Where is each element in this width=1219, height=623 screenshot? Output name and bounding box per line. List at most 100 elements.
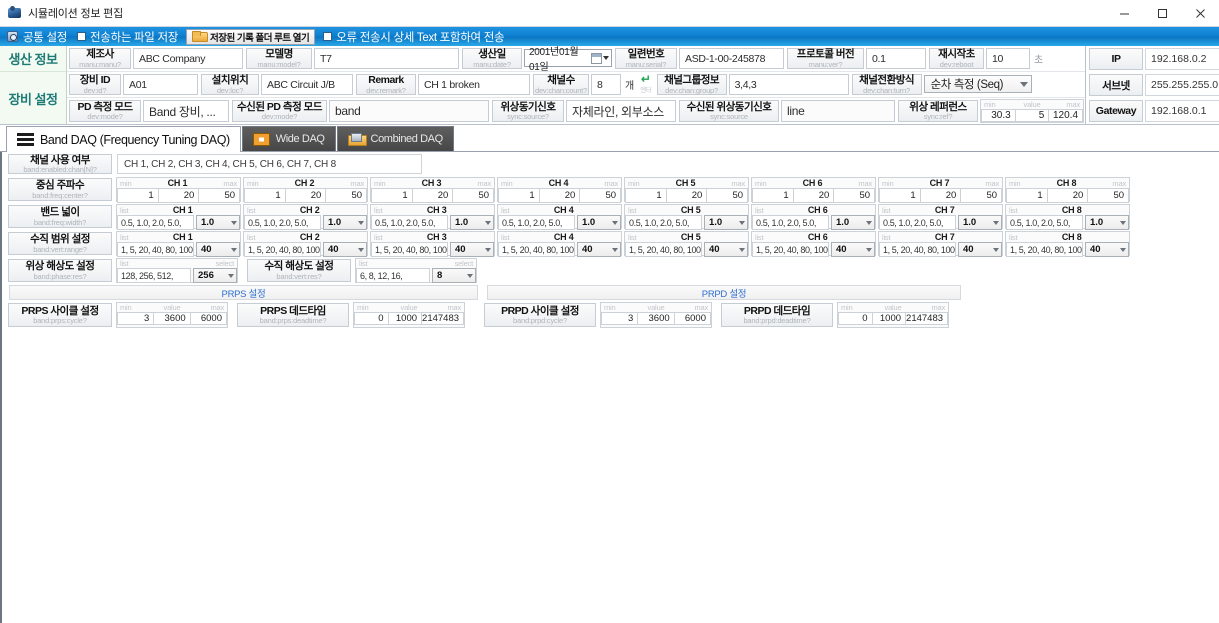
save-transfer-file-checkbox[interactable]: 전송하는 파일 저장 [75,29,180,45]
prpd-deadtime-max[interactable]: 2147483 [905,312,949,325]
common-settings-button[interactable]: 공통 설정 [4,29,69,45]
channel-max[interactable]: 50 [198,188,241,203]
channel-min[interactable]: 1 [879,188,921,203]
channel-select[interactable]: 40 [323,242,367,257]
channel-list[interactable]: 1, 5, 20, 40, 80, 100, [371,242,448,257]
vert-res-select[interactable]: 8 [432,268,476,283]
channel-list[interactable]: 1, 5, 20, 40, 80, 100, [879,242,956,257]
channel-list[interactable]: 1, 5, 20, 40, 80, 100, [625,242,702,257]
channel-select[interactable]: 1.0 [958,215,1002,230]
pd-mode-input[interactable]: Band 장비, ... [143,100,229,122]
channel-value[interactable]: 20 [284,188,327,203]
phase-res-select[interactable]: 256 [193,268,237,283]
location-input[interactable]: ABC Circuit J/B [261,74,353,95]
channel-select[interactable]: 1.0 [450,215,494,230]
channel-select[interactable]: 1.0 [704,215,748,230]
channel-list[interactable]: 1, 5, 20, 40, 80, 100, [1006,242,1083,257]
prps-deadtime-min[interactable]: 0 [354,312,389,325]
chan-group-input[interactable]: 3,4,3 [728,74,849,95]
channel-value[interactable]: 20 [665,188,708,203]
channel-max[interactable]: 50 [452,188,495,203]
prps-cycle-min[interactable]: 3 [117,312,155,325]
channel-max[interactable]: 50 [579,188,622,203]
prps-cycle-max[interactable]: 6000 [189,312,227,325]
tab-band-daq[interactable]: Band DAQ (Frequency Tuning DAQ) [6,126,241,152]
channel-list[interactable]: 0.5, 1.0, 2.0, 5.0, [371,215,448,230]
channel-min[interactable]: 1 [498,188,540,203]
channel-value[interactable]: 20 [538,188,581,203]
production-date-picker[interactable]: 2001년01월01일 [524,47,612,73]
channel-list[interactable]: 0.5, 1.0, 2.0, 5.0, [625,215,702,230]
prps-deadtime-max[interactable]: 2147483 [421,312,465,325]
channel-list[interactable]: 0.5, 1.0, 2.0, 5.0, [117,215,194,230]
sync-ref-max-value[interactable]: 120.4 [1048,109,1084,122]
channel-value[interactable]: 20 [411,188,454,203]
channel-select[interactable]: 40 [831,242,875,257]
sync-ref-value-value[interactable]: 5 [1014,109,1050,122]
model-input[interactable]: T7 [314,48,459,69]
prpd-deadtime-min[interactable]: 0 [838,312,873,325]
sync-source-input[interactable]: 자체라인, 외부소스 [566,100,676,122]
prps-deadtime-value[interactable]: 1000 [387,312,423,325]
tab-combined-daq[interactable]: Combined DAQ [336,126,454,151]
channel-list[interactable]: 1, 5, 20, 40, 80, 100, [498,242,575,257]
channel-select[interactable]: 40 [196,242,240,257]
gateway-input[interactable]: 192.168.0.1 [1145,100,1219,122]
channel-min[interactable]: 1 [1006,188,1048,203]
channel-value[interactable]: 20 [1046,188,1089,203]
subnet-input[interactable]: 255.255.255.0 [1145,74,1219,96]
channel-max[interactable]: 50 [325,188,368,203]
prps-cycle-value[interactable]: 3600 [153,312,191,325]
channel-list[interactable]: 0.5, 1.0, 2.0, 5.0, [244,215,321,230]
channel-select[interactable]: 40 [704,242,748,257]
chan-turn-select[interactable]: 순차 측정 (Seq) [923,75,1032,93]
channel-value[interactable]: 20 [157,188,200,203]
channel-select[interactable]: 1.0 [196,215,240,230]
channel-value[interactable]: 20 [919,188,962,203]
channel-select[interactable]: 1.0 [323,215,367,230]
channel-list[interactable]: 1, 5, 20, 40, 80, 100, [244,242,321,257]
channel-list[interactable]: 0.5, 1.0, 2.0, 5.0, [498,215,575,230]
calendar-dropdown-icon[interactable] [591,52,609,64]
channel-min[interactable]: 1 [752,188,794,203]
serial-input[interactable]: ASD-1-00-245878 [679,48,784,69]
channel-select[interactable]: 40 [958,242,1002,257]
channel-min[interactable]: 1 [244,188,286,203]
phase-res-list[interactable]: 128, 256, 512, [117,268,191,283]
sync-ref-min-value[interactable]: 30.3 [981,109,1016,122]
channel-select[interactable]: 40 [577,242,621,257]
minimize-icon[interactable] [1105,0,1143,27]
channel-max[interactable]: 50 [960,188,1003,203]
maximize-icon[interactable] [1143,0,1181,27]
prpd-cycle-min[interactable]: 3 [601,312,639,325]
manufacturer-input[interactable]: ABC Company [133,48,243,69]
channel-list[interactable]: 1, 5, 20, 40, 80, 100, [752,242,829,257]
ip-input[interactable]: 192.168.0.2 [1145,48,1219,70]
channel-list[interactable]: 0.5, 1.0, 2.0, 5.0, [752,215,829,230]
prpd-cycle-max[interactable]: 6000 [673,312,711,325]
channel-list[interactable]: 0.5, 1.0, 2.0, 5.0, [879,215,956,230]
enter-key-icon[interactable]: ↵ 엔터 [637,72,654,97]
channel-select[interactable]: 1.0 [1085,215,1129,230]
channel-min[interactable]: 1 [117,188,159,203]
channel-max[interactable]: 50 [706,188,749,203]
channel-min[interactable]: 1 [625,188,667,203]
include-detail-text-checkbox[interactable]: 오류 전송시 상세 Text 포함하여 전송 [321,29,506,45]
device-id-input[interactable]: A01 [123,74,198,95]
channel-select[interactable]: 1.0 [831,215,875,230]
enabled-chan-input[interactable]: CH 1, CH 2, CH 3, CH 4, CH 5, CH 6, CH 7… [117,154,422,174]
channel-max[interactable]: 50 [833,188,876,203]
sync-source-recv-input[interactable]: line [781,100,895,122]
pd-mode-recv-input[interactable]: band [329,100,489,122]
tab-wide-daq[interactable]: Wide DAQ [241,126,336,151]
vert-res-list[interactable]: 6, 8, 12, 16, [356,268,430,283]
channel-list[interactable]: 1, 5, 20, 40, 80, 100, [117,242,194,257]
channel-value[interactable]: 20 [792,188,835,203]
channel-max[interactable]: 50 [1087,188,1130,203]
chan-count-input[interactable]: 8 [591,74,621,95]
reboot-input[interactable]: 10 [986,48,1030,69]
protocol-version-input[interactable]: 0.1 [866,48,926,69]
remark-input[interactable]: CH 1 broken [418,74,530,95]
channel-min[interactable]: 1 [371,188,413,203]
channel-select[interactable]: 40 [450,242,494,257]
